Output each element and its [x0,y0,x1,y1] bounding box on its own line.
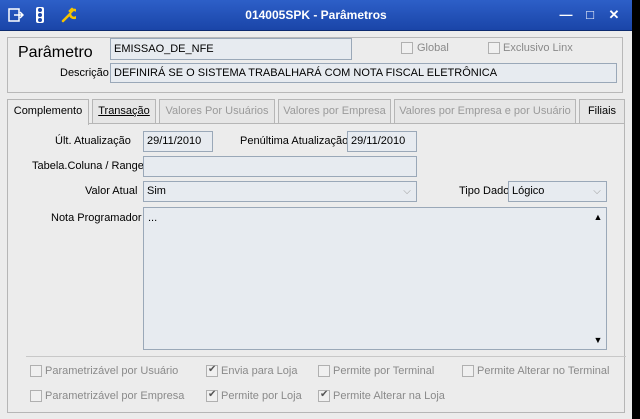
penultima-atualizacao-label: Penúltima Atualização [240,135,349,147]
permite-alterar-loja-label: Permite Alterar na Loja [333,390,445,402]
valor-atual-value: Sim [147,185,166,197]
minimize-button[interactable]: ― [556,6,576,24]
tab-valores-por-empresa[interactable]: Valores por Empresa [278,99,391,124]
ult-atualizacao-label: Últ. Atualização [55,135,131,147]
tab-transacao[interactable]: Transação [92,99,156,124]
tab-complemento[interactable]: Complemento [7,99,89,125]
tipo-dado-value: Lógico [512,185,545,197]
tipo-dado-label: Tipo Dado [459,185,510,197]
tab-valores-por-usuarios[interactable]: Valores Por Usuários [159,99,275,124]
scroll-up-icon[interactable]: ▲ [592,211,604,223]
descricao-field[interactable]: DEFINIRÁ SE O SISTEMA TRABALHARÁ COM NOT… [110,63,617,83]
window-title: 014005SPK - Parâmetros [245,8,387,22]
tab-transacao-label: Transação [98,105,150,117]
parametrizavel-empresa-label: Parametrizável por Empresa [45,390,185,402]
ult-atualizacao-field[interactable]: 29/11/2010 [143,131,213,152]
tab-valores-por-empresa-e-usuario[interactable]: Valores por Empresa e por Usuário [394,99,576,124]
parametrizavel-empresa-checkbox[interactable] [30,390,42,402]
valor-atual-select[interactable]: Sim ⌵ [143,181,417,202]
global-label: Global [417,42,449,54]
permite-por-loja-checkbox[interactable] [206,389,218,402]
parameter-header: Parâmetro EMISSAO_DE_NFE Global Exclusiv… [7,37,623,93]
valor-atual-label: Valor Atual [85,185,138,197]
global-checkbox[interactable] [401,42,413,54]
tab-filiais[interactable]: Filiais [579,99,625,124]
tabela-coluna-label: Tabela.Coluna / Range [32,160,144,172]
parametrizavel-usuario-checkbox[interactable] [30,365,42,377]
penultima-atualizacao-field[interactable]: 29/11/2010 [347,131,417,152]
permite-alterar-terminal-label: Permite Alterar no Terminal [477,365,610,377]
tab-bar: Complemento Transação Valores Por Usuári… [7,99,625,125]
parametro-field[interactable]: EMISSAO_DE_NFE [110,38,352,60]
chevron-down-icon[interactable]: ⌵ [590,184,604,200]
maximize-button[interactable]: □ [580,6,600,24]
chevron-down-icon[interactable]: ⌵ [400,184,414,200]
envia-para-loja-checkbox[interactable] [206,364,218,377]
close-button[interactable]: ✕ [604,6,624,24]
tipo-dado-select[interactable]: Lógico ⌵ [508,181,607,202]
complemento-panel: Últ. Atualização 29/11/2010 Penúltima At… [7,123,626,413]
exclusivo-linx-checkbox[interactable] [488,42,500,54]
parametrizavel-usuario-label: Parametrizável por Usuário [45,365,179,377]
parametros-window: Parâmetro EMISSAO_DE_NFE Global Exclusiv… [0,31,632,419]
scroll-down-icon[interactable]: ▼ [592,334,604,346]
permite-alterar-terminal-checkbox[interactable] [462,365,474,377]
envia-para-loja-label: Envia para Loja [221,365,298,377]
nota-programador-label: Nota Programador [51,212,142,224]
title-bar: 014005SPK - Parâmetros ― □ ✕ [0,0,632,31]
nota-programador-text: ... [148,212,158,224]
exclusivo-linx-label: Exclusivo Linx [503,42,573,54]
tabela-coluna-field[interactable] [143,156,417,177]
permite-por-terminal-checkbox[interactable] [318,365,330,377]
parametro-label: Parâmetro [18,44,93,61]
descricao-label: Descrição [60,67,109,79]
options-group: Parametrizável por Usuário Envia para Lo… [26,356,626,408]
permite-por-terminal-label: Permite por Terminal [333,365,435,377]
nota-programador-textarea[interactable]: ... ▲ ▼ [143,207,607,350]
permite-por-loja-label: Permite por Loja [221,390,302,402]
permite-alterar-loja-checkbox[interactable] [318,389,330,402]
